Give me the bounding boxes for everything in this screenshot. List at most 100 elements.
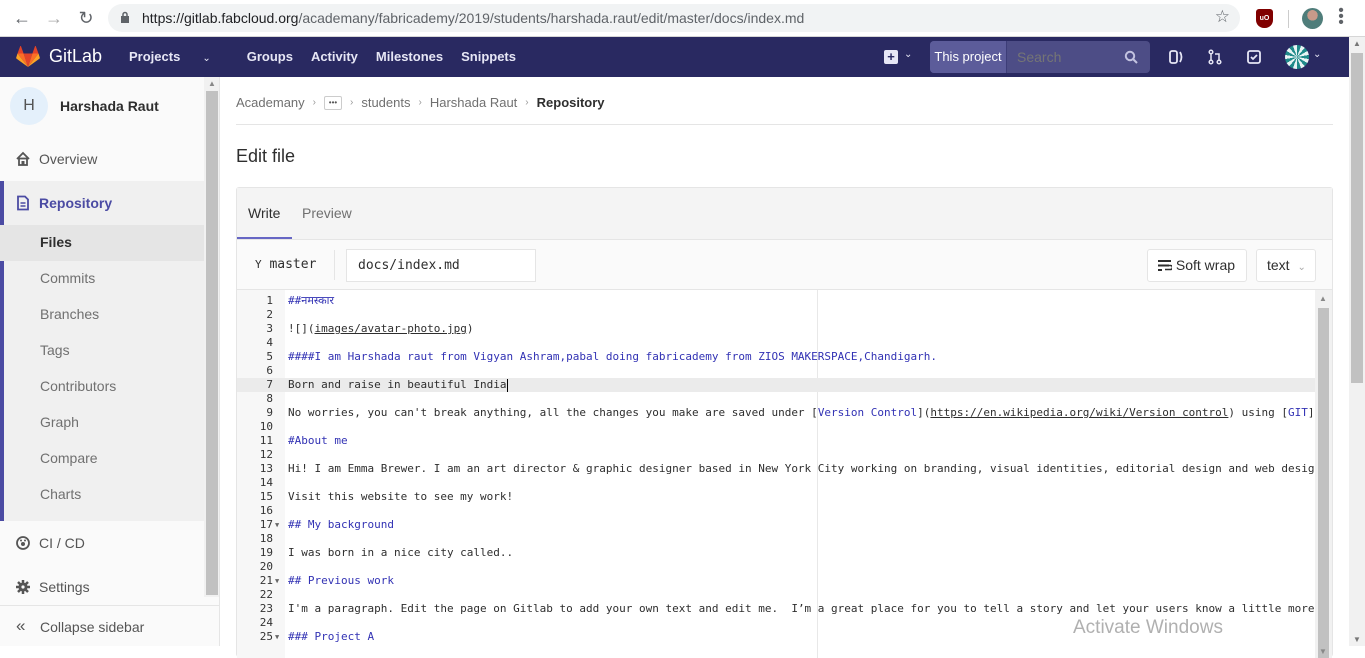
nav-snippets[interactable]: Snippets: [461, 49, 516, 64]
code-line[interactable]: 23 I'm a paragraph. Edit the page on Gitl…: [237, 602, 1315, 616]
sidebar-item-charts[interactable]: Charts: [0, 477, 204, 513]
breadcrumb-harshada-raut[interactable]: Harshada Raut: [430, 95, 517, 110]
fold-arrow-icon: ▼: [275, 521, 280, 529]
forward-icon[interactable]: →: [43, 7, 65, 29]
editor-scrollbar[interactable]: ▲ ▼: [1315, 290, 1332, 658]
line-number: 22: [259, 588, 273, 601]
line-number: 8: [266, 392, 273, 405]
issues-icon[interactable]: [1168, 49, 1184, 65]
code-line[interactable]: 13 Hi! I am Emma Brewer. I am an art dire…: [237, 462, 1321, 476]
line-number: 23: [259, 602, 273, 615]
sidebar-scrollbar[interactable]: ▲: [204, 77, 219, 597]
address-bar[interactable]: https://gitlab.fabcloud.org/academany/fa…: [108, 4, 1240, 32]
sidebar-item-ci-cd[interactable]: CI / CD: [0, 525, 204, 561]
code-line[interactable]: 9 No worries, you can't break anything, a…: [237, 406, 1321, 420]
tab-preview[interactable]: Preview: [302, 205, 352, 221]
collapse-sidebar-button[interactable]: « Collapse sidebar: [0, 605, 219, 646]
line-number: 20: [259, 560, 273, 573]
page-scrollbar-thumb[interactable]: [1351, 53, 1363, 383]
sidebar-item-settings[interactable]: Settings: [0, 569, 204, 605]
code-line[interactable]: 2: [237, 308, 1315, 322]
scroll-up-arrow-icon[interactable]: ▲: [1319, 294, 1327, 303]
back-icon[interactable]: ←: [11, 7, 33, 29]
search-scope-badge[interactable]: This project: [930, 41, 1007, 73]
code-line[interactable]: 21 ▼ ## Previous work: [237, 574, 1315, 588]
language-select[interactable]: text ⌄: [1256, 249, 1316, 282]
code-line[interactable]: 10: [237, 420, 1315, 434]
sidebar-item-commits[interactable]: Commits: [0, 261, 204, 297]
todos-icon[interactable]: [1246, 49, 1262, 65]
code-line[interactable]: 22: [237, 588, 1315, 602]
nav-groups[interactable]: Groups: [247, 49, 293, 64]
code-line[interactable]: 16: [237, 504, 1315, 518]
code-line[interactable]: 19 I was born in a nice city called..: [237, 546, 1315, 560]
editor-scrollbar-thumb[interactable]: [1318, 308, 1329, 658]
line-number: 2: [266, 308, 273, 321]
windows-activation-watermark: Activate Windows: [1073, 617, 1223, 638]
chevron-down-icon[interactable]: ⌄: [1313, 49, 1321, 60]
search-icon[interactable]: [1124, 50, 1138, 64]
reload-icon[interactable]: ↻: [75, 7, 97, 29]
tab-write[interactable]: Write: [248, 205, 280, 221]
sidebar-item-graph[interactable]: Graph: [0, 405, 204, 441]
sidebar-item-repository[interactable]: Repository: [0, 185, 204, 221]
sidebar-item-branches[interactable]: Branches: [0, 297, 204, 333]
code-line[interactable]: 17 ▼ ## My background: [237, 518, 1315, 532]
code-line[interactable]: 11 #About me: [237, 434, 1315, 448]
code-line[interactable]: 15 Visit this website to see my work!: [237, 490, 1315, 504]
code-editor[interactable]: 1 ##नमस्कार 2 3 ![](images/avatar-photo.jpg)…: [237, 290, 1332, 658]
nav-milestones[interactable]: Milestones: [376, 49, 443, 64]
scroll-up-arrow-icon[interactable]: ▲: [1353, 39, 1361, 48]
line-text: Visit this website to see my work!: [288, 490, 514, 503]
scroll-down-arrow-icon[interactable]: ▼: [1353, 635, 1361, 644]
merge-requests-icon[interactable]: [1207, 49, 1223, 65]
nav-projects[interactable]: Projects ⌄: [129, 49, 229, 64]
code-line[interactable]: 14: [237, 476, 1315, 490]
project-context[interactable]: H Harshada Raut: [10, 87, 159, 125]
line-text: ![](images/avatar-photo.jpg): [288, 322, 474, 335]
sidebar-item-tags[interactable]: Tags: [0, 333, 204, 369]
code-line[interactable]: 18: [237, 532, 1315, 546]
code-line[interactable]: 12: [237, 448, 1315, 462]
profile-avatar[interactable]: [1302, 8, 1323, 29]
nav-activity[interactable]: Activity: [311, 49, 358, 64]
sidebar-scrollbar-thumb[interactable]: [206, 91, 218, 595]
code-line[interactable]: 20: [237, 560, 1315, 574]
soft-wrap-button[interactable]: Soft wrap: [1147, 249, 1247, 282]
kebab-menu-icon[interactable]: • • •: [1338, 3, 1344, 31]
rocket-icon: [16, 536, 30, 550]
link-text: Version Control: [817, 406, 918, 419]
gitlab-brand[interactable]: GitLab: [49, 46, 102, 67]
code-line[interactable]: 6: [237, 364, 1315, 378]
code-line[interactable]: 4: [237, 336, 1315, 350]
line-number: 16: [259, 504, 273, 517]
sidebar-item-contributors[interactable]: Contributors: [0, 369, 204, 405]
breadcrumb-repository[interactable]: Repository: [537, 95, 605, 110]
code-line[interactable]: 8: [237, 392, 1315, 406]
breadcrumb-more-button[interactable]: •••: [324, 95, 342, 110]
ublock-extension-icon[interactable]: uO: [1256, 9, 1273, 28]
breadcrumb-students[interactable]: students: [361, 95, 410, 110]
gitlab-logo-icon[interactable]: [16, 46, 40, 68]
chevron-down-icon[interactable]: ⌄: [904, 49, 912, 60]
user-avatar[interactable]: [1285, 45, 1309, 69]
project-name: Harshada Raut: [60, 98, 159, 114]
scroll-down-arrow-icon[interactable]: ▼: [1319, 647, 1327, 656]
code-line[interactable]: 3 ![](images/avatar-photo.jpg): [237, 322, 1315, 336]
breadcrumb-academany[interactable]: Academany: [236, 95, 305, 110]
toolbar-divider: [1288, 10, 1289, 28]
sidebar-item-overview[interactable]: Overview: [0, 141, 204, 177]
code-line[interactable]: 5 ####I am Harshada raut from Vigyan Ashr…: [237, 350, 1315, 364]
new-item-plus-icon[interactable]: +: [884, 50, 898, 64]
scroll-up-arrow-icon[interactable]: ▲: [208, 79, 216, 88]
sidebar-item-files[interactable]: Files: [0, 225, 204, 261]
file-path-input[interactable]: docs/index.md: [346, 249, 536, 282]
search-input[interactable]: [1017, 41, 1127, 73]
code-line[interactable]: 1 ##नमस्कार: [237, 294, 1315, 308]
bookmark-star-icon[interactable]: ☆: [1215, 7, 1230, 27]
branch-fork-icon: Y: [255, 258, 262, 271]
sidebar-item-compare[interactable]: Compare: [0, 441, 204, 477]
line-text: ## My background: [288, 518, 394, 531]
page-scrollbar[interactable]: ▲ ▼: [1349, 37, 1365, 646]
code-line[interactable]: 7 Born and raise in beautiful India: [237, 378, 1315, 392]
